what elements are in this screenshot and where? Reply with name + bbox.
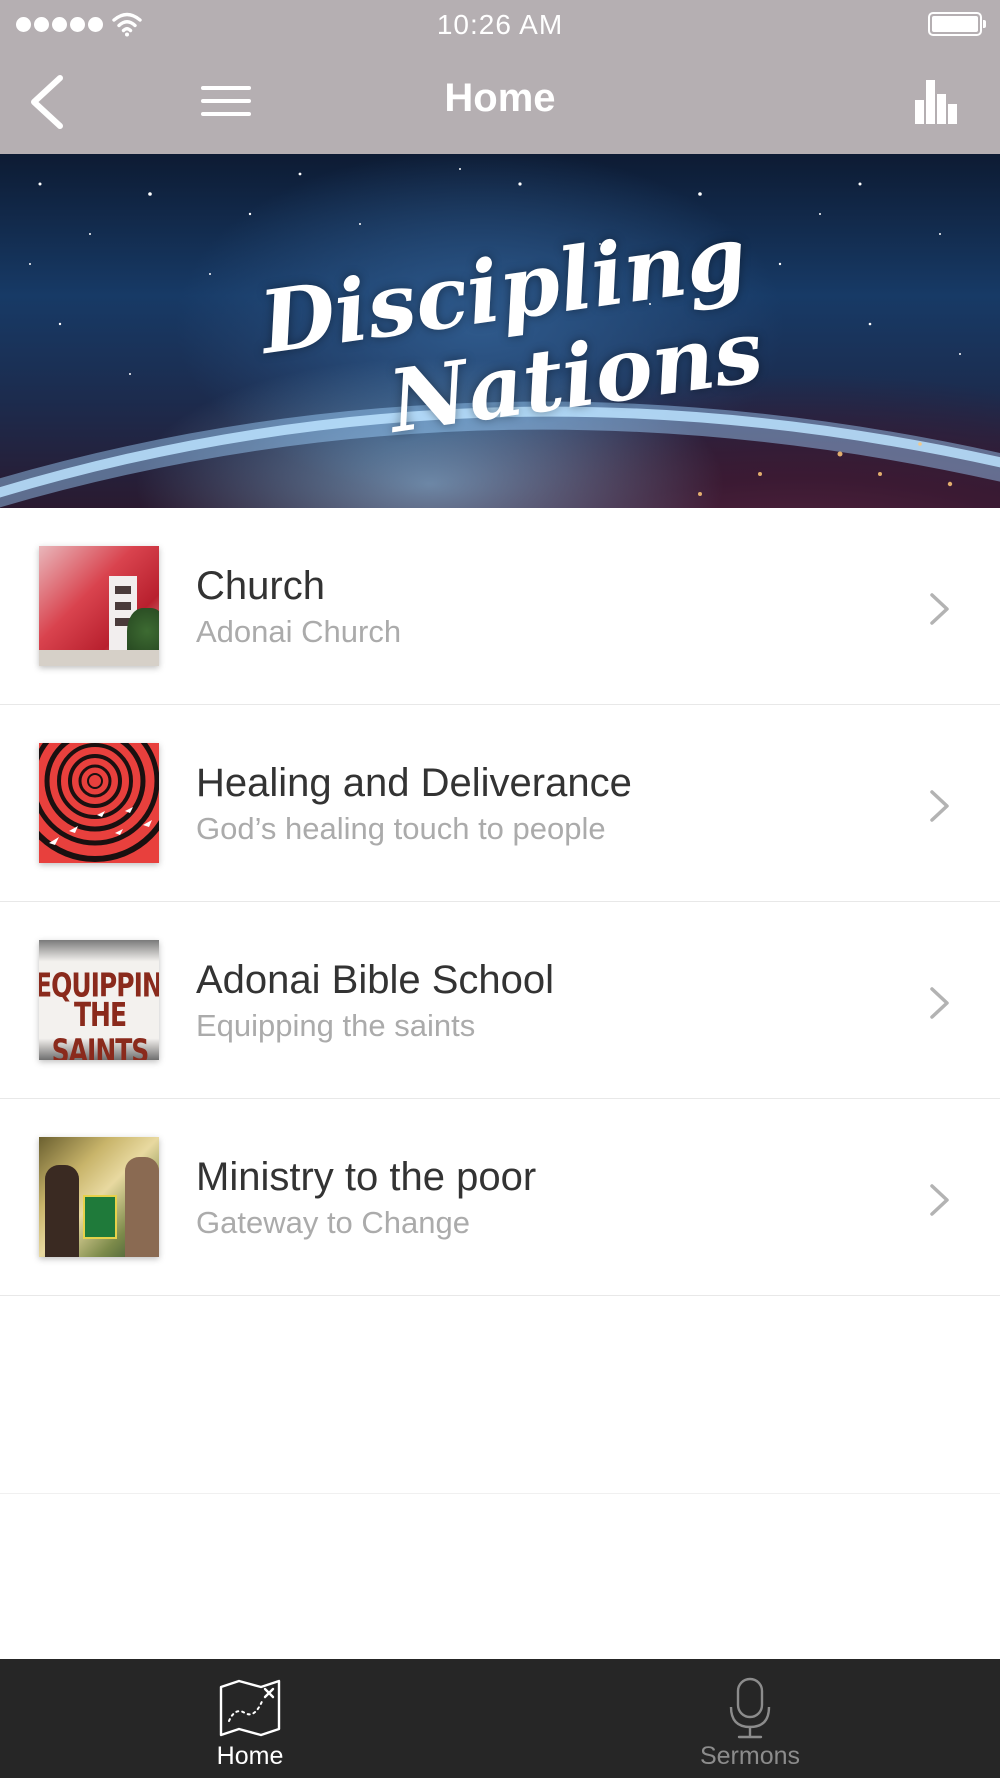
empty-list-row <box>0 1296 1000 1494</box>
chevron-right-icon <box>930 1184 949 1216</box>
church-thumbnail <box>39 546 159 666</box>
list-item-title: Church <box>196 564 325 608</box>
list-item-bible-school[interactable]: EQUIPPING THE SAINTS Adonai Bible School… <box>0 902 1000 1099</box>
menu-list: Church Adonai Church Healing and Deliver… <box>0 508 1000 1494</box>
battery-icon <box>928 12 986 36</box>
tab-home[interactable]: Home <box>0 1659 500 1778</box>
status-time: 10:26 AM <box>436 9 564 40</box>
list-item-subtitle: God’s healing touch to people <box>196 811 606 846</box>
healing-thumbnail <box>39 743 159 863</box>
bar-chart-icon <box>915 80 957 124</box>
list-item-subtitle: Adonai Church <box>196 614 402 649</box>
tab-sermons[interactable]: Sermons <box>500 1659 1000 1778</box>
microphone-icon <box>729 1677 771 1739</box>
chevron-right-icon <box>930 593 949 625</box>
stats-button[interactable] <box>910 76 962 128</box>
list-item-title: Adonai Bible School <box>196 958 555 1002</box>
list-item-ministry-poor[interactable]: Ministry to the poor Gateway to Change <box>0 1099 1000 1296</box>
status-bar: 10:26 AM <box>0 0 1000 50</box>
page-title: Home <box>444 76 556 120</box>
ministry-poor-thumbnail <box>39 1137 159 1257</box>
list-item-title: Healing and Deliverance <box>196 761 632 805</box>
navigation-bar: Home <box>0 50 1000 154</box>
tab-label: Sermons <box>699 1742 801 1770</box>
thumbnail-text-line2: THE SAINTS <box>51 996 150 1060</box>
tab-bar: Home Sermons <box>0 1659 1000 1778</box>
bible-school-thumbnail: EQUIPPING THE SAINTS <box>39 940 159 1060</box>
tab-label: Home <box>216 1742 284 1770</box>
list-item-subtitle: Equipping the saints <box>196 1008 476 1043</box>
hero-banner: Discipling Nations <box>0 154 1000 508</box>
treasure-map-icon <box>219 1679 281 1737</box>
chevron-right-icon <box>930 790 949 822</box>
list-item-title: Ministry to the poor <box>196 1155 537 1199</box>
list-item-subtitle: Gateway to Change <box>196 1205 471 1240</box>
list-item-church[interactable]: Church Adonai Church <box>0 508 1000 705</box>
chevron-right-icon <box>930 987 949 1019</box>
list-item-healing[interactable]: Healing and Deliverance God’s healing to… <box>0 705 1000 902</box>
